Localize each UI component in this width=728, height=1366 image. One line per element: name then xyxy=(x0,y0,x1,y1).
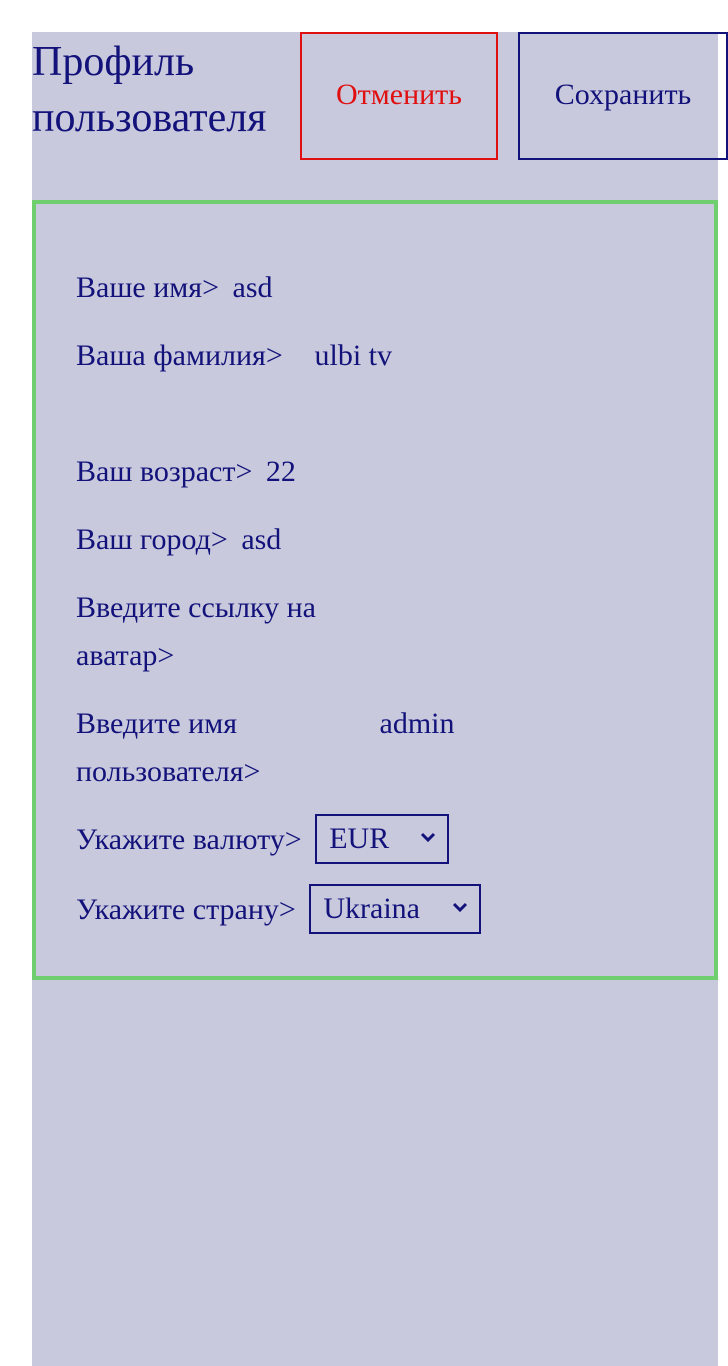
cancel-button[interactable]: Отменить xyxy=(300,32,498,160)
username-label: Введите имя пользователя> xyxy=(76,707,261,788)
currency-label: Укажите валюту> xyxy=(76,823,302,856)
save-button[interactable]: Сохранить xyxy=(518,32,728,160)
first-name-label: Ваше имя> xyxy=(76,271,219,304)
age-input[interactable]: 22 xyxy=(266,448,366,496)
currency-row: Укажите валюту> EUR xyxy=(76,814,450,864)
currency-selected-value: EUR xyxy=(329,822,390,855)
city-row: Ваш город> asd xyxy=(76,516,341,564)
city-input[interactable]: asd xyxy=(241,516,341,564)
avatar-row: Введите ссылку на аватар> xyxy=(76,584,460,680)
chevron-down-icon xyxy=(421,832,436,843)
profile-card: Ваше имя> asd Ваша фамилия> ulbi tv Ваш … xyxy=(32,200,718,980)
username-row: Введите имя пользователя> admin xyxy=(76,700,480,796)
city-label: Ваш город> xyxy=(76,523,228,556)
profile-page: Профиль пользователя Отменить Сохранить … xyxy=(32,32,728,1366)
country-label: Укажите страну> xyxy=(76,893,296,926)
last-name-input[interactable]: ulbi tv xyxy=(315,332,415,380)
currency-select[interactable]: EUR xyxy=(315,814,450,864)
last-name-row: Ваша фамилия> ulbi tv xyxy=(76,332,415,380)
first-name-input[interactable]: asd xyxy=(233,264,333,312)
country-row: Укажите страну> Ukraina xyxy=(76,884,482,934)
page-title: Профиль пользователя xyxy=(32,39,267,141)
country-select[interactable]: Ukraina xyxy=(309,884,482,934)
page-header: Профиль пользователя Отменить Сохранить xyxy=(32,32,728,160)
age-row: Ваш возраст> 22 xyxy=(76,448,366,496)
age-label: Ваш возраст> xyxy=(76,455,253,488)
username-input[interactable]: admin xyxy=(380,700,480,748)
last-name-label: Ваша фамилия> xyxy=(76,339,283,372)
chevron-down-icon xyxy=(453,902,468,913)
country-selected-value: Ukraina xyxy=(323,892,420,925)
first-name-row: Ваше имя> asd xyxy=(76,264,333,312)
avatar-label: Введите ссылку на аватар> xyxy=(76,591,316,672)
